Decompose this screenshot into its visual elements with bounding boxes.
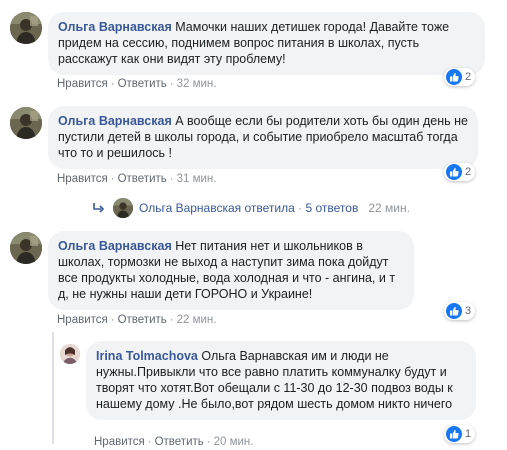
view-replies-link[interactable]: Ольга Варнавская ответила · 5 ответов 22…: [93, 198, 410, 218]
reply-button[interactable]: Ответить: [118, 173, 167, 185]
comment-author[interactable]: Ольга Варнавская: [58, 114, 172, 128]
like-button[interactable]: Нравится: [57, 314, 108, 326]
reaction-count-value: 3: [465, 305, 472, 317]
comment-bubble: Ольга Варнавская А вообще если бы родите…: [48, 106, 478, 169]
reply-button[interactable]: Ответить: [118, 314, 167, 326]
reply-summary-verb[interactable]: ответила: [245, 201, 295, 215]
comment-author[interactable]: Ольга Варнавская: [58, 239, 172, 253]
comment-actions: Нравится · Ответить · 20 мин.: [94, 435, 253, 449]
avatar[interactable]: [60, 344, 80, 364]
like-icon: [446, 303, 462, 319]
separator: ·: [169, 173, 174, 185]
timestamp: 22 мин.: [368, 201, 410, 215]
timestamp[interactable]: 31 мин.: [177, 173, 217, 185]
reply-comment: Irina Tolmachova Ольга Варнавская им и л…: [0, 0, 507, 448]
thread-line: [52, 332, 54, 444]
comment-actions: Нравится · Ответить · 22 мин.: [57, 313, 216, 327]
reaction-count[interactable]: 1: [444, 425, 476, 443]
comment-bubble: Irina Tolmachova Ольга Варнавская им и л…: [86, 341, 476, 420]
timestamp[interactable]: 20 мин.: [214, 436, 254, 448]
reply-button[interactable]: Ответить: [155, 436, 204, 448]
like-icon: [446, 164, 462, 180]
profile-photo-icon: [10, 232, 42, 264]
profile-photo-icon: [60, 344, 80, 364]
comment-bubble: Ольга Варнавская Нет питания нет и школь…: [48, 231, 414, 310]
reply-summary-author[interactable]: Ольга Варнавская: [139, 201, 241, 215]
like-icon: [446, 426, 462, 442]
profile-photo-icon: [113, 198, 133, 218]
separator: ·: [110, 173, 115, 185]
separator: ·: [147, 436, 152, 448]
reply-arrow-icon: [93, 203, 105, 213]
separator: ·: [206, 436, 211, 448]
reaction-count-value: 1: [465, 428, 472, 440]
timestamp[interactable]: 22 мин.: [177, 314, 217, 326]
separator: ·: [110, 314, 115, 326]
separator: ·: [169, 314, 174, 326]
reply-count[interactable]: 5 ответов: [305, 201, 358, 215]
profile-photo-icon: [10, 107, 42, 139]
separator: ·: [298, 201, 303, 215]
comment-author[interactable]: Irina Tolmachova: [96, 349, 198, 363]
reaction-count-value: 2: [465, 166, 472, 178]
comment-actions: Нравится · Ответить · 31 мин.: [57, 172, 216, 186]
like-button[interactable]: Нравится: [94, 436, 145, 448]
like-button[interactable]: Нравится: [57, 173, 108, 185]
avatar[interactable]: [10, 107, 42, 139]
reaction-count[interactable]: 3: [444, 302, 476, 320]
avatar[interactable]: [10, 232, 42, 264]
avatar[interactable]: [113, 198, 133, 218]
reaction-count[interactable]: 2: [444, 163, 476, 181]
